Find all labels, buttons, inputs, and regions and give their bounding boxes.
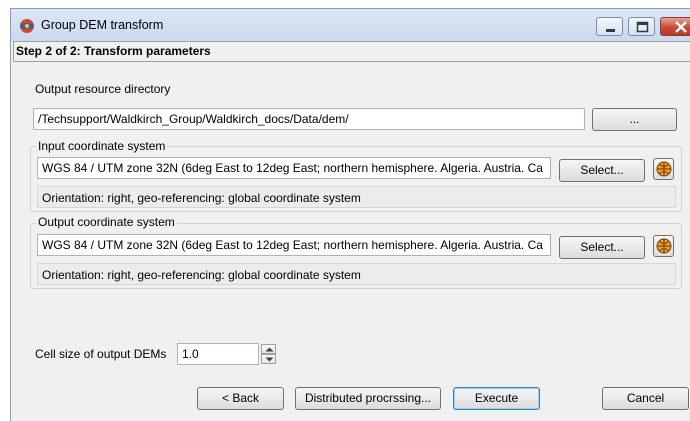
input-cs-field[interactable]: WGS 84 / UTM zone 32N (6deg East to 12de… — [37, 157, 551, 179]
minimize-button[interactable] — [596, 17, 623, 36]
maximize-icon — [636, 21, 649, 33]
cell-size-input[interactable]: 1.0 — [177, 343, 259, 365]
cell-size-value: 1.0 — [182, 347, 199, 361]
output-cs-select-button[interactable]: Select... — [559, 236, 645, 259]
input-cs-orientation: Orientation: right, geo-referencing: glo… — [37, 186, 676, 208]
input-cs-orientation-text: Orientation: right, geo-referencing: glo… — [42, 191, 361, 205]
output-cs-orientation: Orientation: right, geo-referencing: glo… — [37, 263, 676, 285]
input-cs-label: Input coordinate system — [36, 139, 168, 153]
spin-up-button[interactable] — [261, 344, 276, 354]
output-cs-globe-button[interactable] — [653, 235, 674, 257]
maximize-button[interactable] — [628, 17, 655, 36]
input-cs-select-button[interactable]: Select... — [559, 159, 645, 182]
cancel-button[interactable]: Cancel — [602, 387, 689, 410]
close-icon — [675, 21, 687, 33]
minimize-icon — [606, 29, 615, 32]
window-title: Group DEM transform — [41, 18, 164, 32]
app-logo-icon — [20, 19, 34, 33]
title-bar[interactable]: Group DEM transform — [11, 9, 690, 41]
cell-size-label: Cell size of output DEMs — [35, 347, 167, 361]
browse-button[interactable]: ... — [592, 108, 677, 131]
spin-down-button[interactable] — [261, 354, 276, 364]
output-cs-field[interactable]: WGS 84 / UTM zone 32N (6deg East to 12de… — [37, 234, 551, 256]
distributed-processing-button[interactable]: Distributed procrssing... — [295, 387, 441, 410]
execute-button[interactable]: Execute — [453, 387, 540, 410]
output-cs-label: Output coordinate system — [36, 215, 177, 229]
arrow-up-icon — [265, 347, 274, 352]
close-button[interactable] — [660, 17, 690, 36]
output-cs-value: WGS 84 / UTM zone 32N (6deg East to 12de… — [42, 238, 543, 252]
globe-icon — [656, 161, 672, 177]
output-cs-orientation-text: Orientation: right, geo-referencing: glo… — [42, 268, 361, 282]
globe-icon — [656, 238, 672, 254]
output-dir-input[interactable]: /Techsupport/Waldkirch_Group/Waldkirch_d… — [33, 108, 585, 130]
step-header: Step 2 of 2: Transform parameters — [13, 41, 690, 62]
step-title: Step 2 of 2: Transform parameters — [16, 44, 211, 58]
output-dir-label: Output resource directory — [35, 82, 171, 96]
arrow-down-icon — [265, 357, 274, 362]
back-button[interactable]: < Back — [197, 387, 284, 410]
input-cs-value: WGS 84 / UTM zone 32N (6deg East to 12de… — [42, 161, 543, 175]
input-cs-globe-button[interactable] — [653, 158, 674, 180]
output-dir-value: /Techsupport/Waldkirch_Group/Waldkirch_d… — [38, 112, 349, 126]
